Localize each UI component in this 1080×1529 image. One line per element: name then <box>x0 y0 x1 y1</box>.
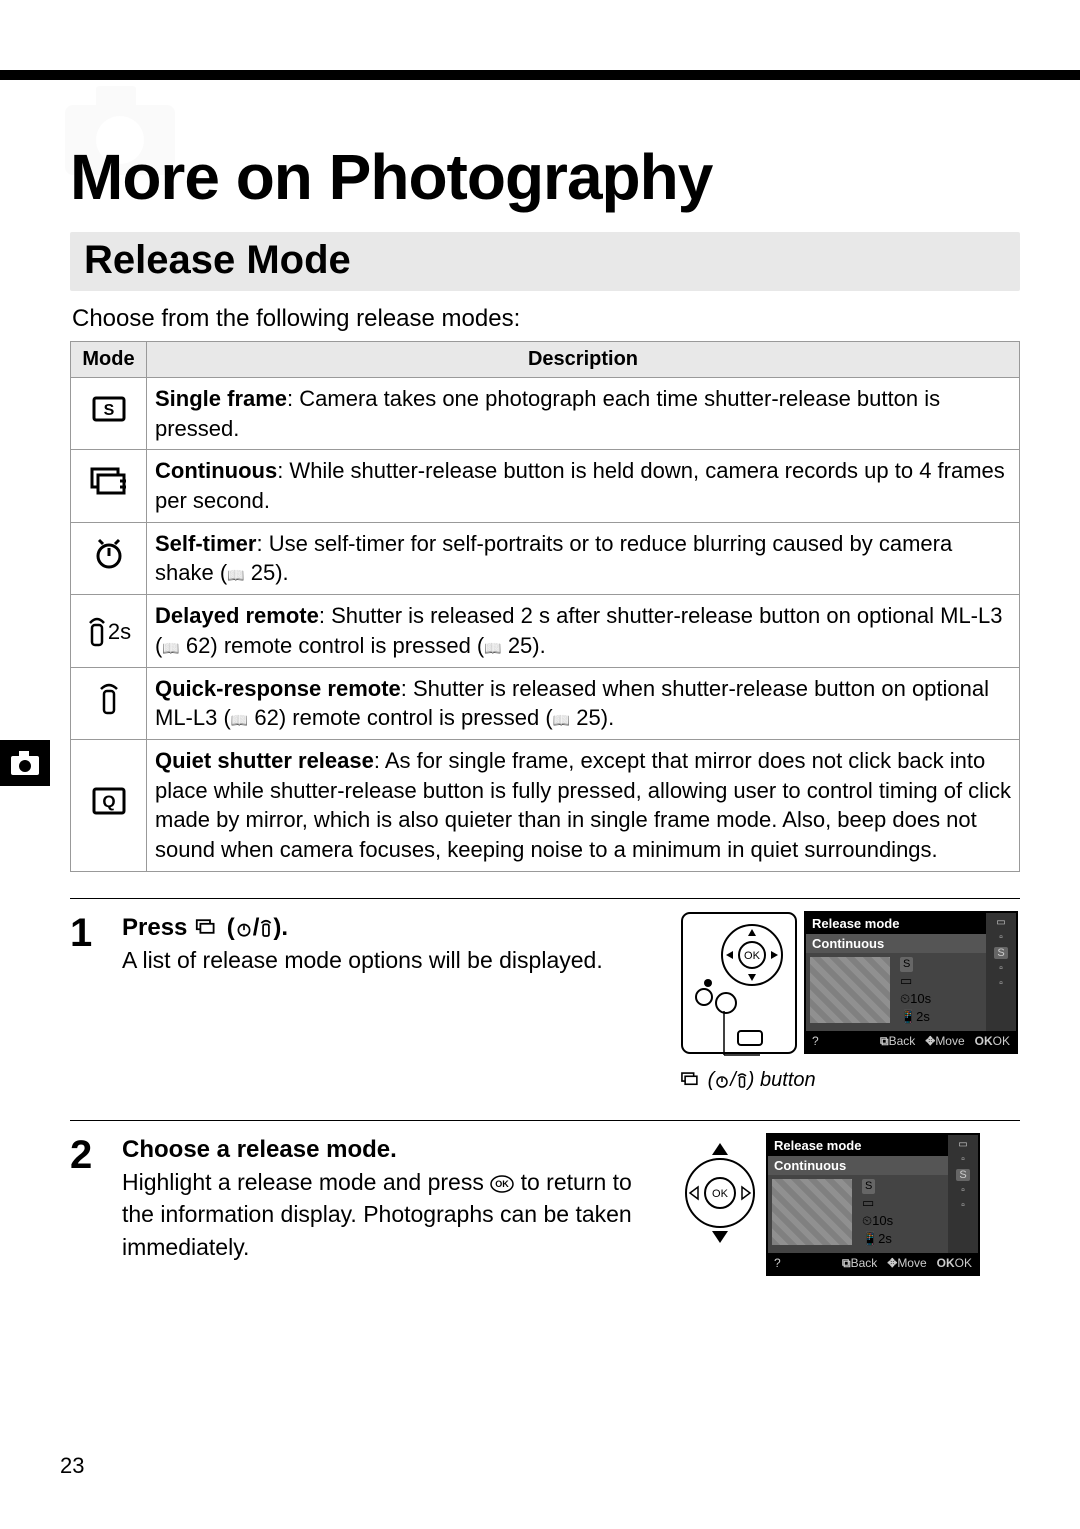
step-number: 2 <box>70 1133 112 1276</box>
section-heading: Release Mode <box>70 232 1020 291</box>
lcd-side-strip: ▭▫S▫▫ <box>986 913 1016 1031</box>
step-heading: Press (/). <box>122 911 660 945</box>
step-heading: Choose a release mode. <box>122 1133 660 1167</box>
table-row: S Single frame: Camera takes one photogr… <box>71 378 1020 450</box>
step-2: 2 Choose a release mode. Highlight a rel… <box>70 1120 1020 1304</box>
illustration-caption: (/) button <box>680 1069 1020 1092</box>
multi-selector-illustration: OK <box>680 1133 760 1243</box>
lcd-foot-help: ? <box>774 1256 781 1271</box>
lcd-foot-back: Back <box>851 1256 878 1270</box>
svg-text:OK: OK <box>495 1179 509 1189</box>
lcd-highlight: Continuous <box>806 934 986 953</box>
page-ref-icon <box>484 633 501 658</box>
mode-icon-continuous <box>71 450 147 522</box>
table-row: Q Quiet shutter release: As for single f… <box>71 739 1020 871</box>
mode-desc: Quiet shutter release: As for single fra… <box>147 739 1020 871</box>
step-number: 1 <box>70 911 112 1092</box>
self-timer-icon <box>235 920 253 938</box>
lcd-foot-help: ? <box>812 1034 819 1049</box>
lcd-title: Release mode <box>806 913 986 934</box>
mode-desc: Quick-response remote: Shutter is releas… <box>147 667 1020 739</box>
mode-icon-quick-remote <box>71 667 147 739</box>
table-row: Continuous: While shutter-release button… <box>71 450 1020 522</box>
ok-button-icon: OK <box>490 1175 514 1193</box>
step-1: 1 Press (/). A list of release mode opti… <box>70 898 1020 1120</box>
lcd-thumbnail <box>810 957 890 1023</box>
step-body-text: Highlight a release mode and press OK to… <box>122 1166 660 1263</box>
mode-icon-delayed-remote: 2s <box>71 595 147 667</box>
lcd-foot-move: Move <box>935 1034 964 1048</box>
lcd-foot-ok: OK <box>993 1034 1010 1048</box>
camera-back-illustration: OK <box>680 911 798 1061</box>
lcd-foot-ok: OK <box>955 1256 972 1270</box>
mode-desc: Single frame: Camera takes one photograp… <box>147 378 1020 450</box>
intro-text: Choose from the following release modes: <box>72 305 1020 333</box>
table-row: Self-timer: Use self-timer for self-port… <box>71 522 1020 594</box>
page-ref-icon <box>227 560 244 585</box>
camera-icon <box>10 750 40 776</box>
mode-icon-single-frame: S <box>71 378 147 450</box>
svg-text:OK: OK <box>712 1188 729 1200</box>
lcd-options-list: S ▭ ⏲10s 📱2s <box>894 953 986 1031</box>
lcd-screen-illustration: Release mode Continuous S ▭ ⏲10s <box>766 1133 980 1276</box>
lcd-foot-move: Move <box>897 1256 926 1270</box>
lcd-title: Release mode <box>768 1135 948 1156</box>
svg-text:Q: Q <box>102 792 115 811</box>
lcd-highlight: Continuous <box>768 1156 948 1175</box>
mode-icon-quiet: Q <box>71 739 147 871</box>
release-mode-table: Mode Description S Single frame: Camera … <box>70 341 1020 872</box>
table-row: Quick-response remote: Shutter is releas… <box>71 667 1020 739</box>
chapter-title: More on Photography <box>70 140 1020 214</box>
mode-desc: Continuous: While shutter-release button… <box>147 450 1020 522</box>
table-header-description: Description <box>147 342 1020 378</box>
svg-text:S: S <box>103 402 114 419</box>
table-row: 2s Delayed remote: Shutter is released 2… <box>71 595 1020 667</box>
lcd-side-strip: ▭▫S▫▫ <box>948 1135 978 1253</box>
mode-desc: Delayed remote: Shutter is released 2 s … <box>147 595 1020 667</box>
table-header-mode: Mode <box>71 342 147 378</box>
lcd-options-list: S ▭ ⏲10s 📱2s <box>856 1175 948 1253</box>
svg-text:OK: OK <box>744 950 761 962</box>
page-ref-icon <box>162 633 179 658</box>
lcd-screen-illustration: Release mode Continuous S ▭ ⏲10s <box>804 911 1018 1054</box>
page-number: 23 <box>60 1453 84 1479</box>
page-ref-icon <box>553 705 570 730</box>
mode-desc: Self-timer: Use self-timer for self-port… <box>147 522 1020 594</box>
mode-icon-self-timer <box>71 522 147 594</box>
section-title: Release Mode <box>84 238 1006 283</box>
lcd-foot-back: Back <box>889 1034 916 1048</box>
side-tab-icon <box>0 740 50 786</box>
remote-icon <box>259 919 273 939</box>
lcd-thumbnail <box>772 1179 852 1245</box>
step-body-text: A list of release mode options will be d… <box>122 944 660 976</box>
page-ref-icon <box>231 705 248 730</box>
continuous-icon <box>194 919 220 937</box>
